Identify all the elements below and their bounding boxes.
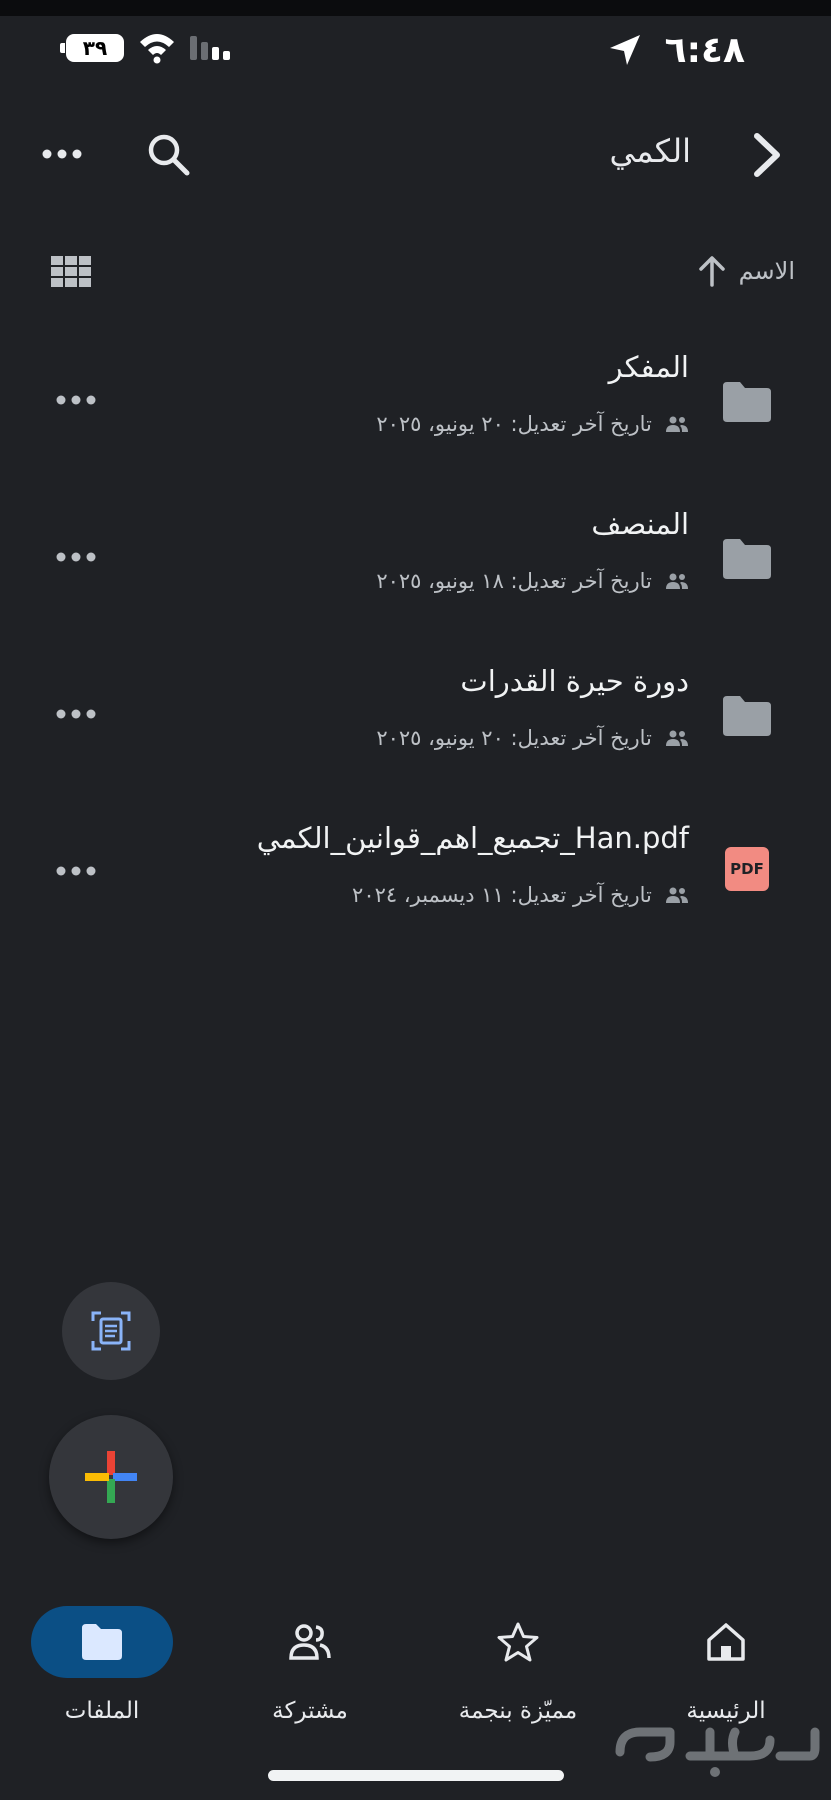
home-indicator[interactable] (268, 1770, 564, 1781)
star-icon (497, 1622, 539, 1662)
sort-bar: الاسم (0, 245, 831, 295)
location-arrow-icon (610, 35, 640, 65)
grid-view-icon[interactable] (50, 255, 92, 289)
sort-label[interactable]: الاسم (739, 257, 795, 285)
modified-date: تاريخ آخر تعديل: ٢٠ يونيو، ٢٠٢٥ (376, 412, 652, 436)
document-scan-icon (91, 1311, 131, 1351)
file-name: المفكر (608, 350, 689, 384)
file-meta: تاريخ آخر تعديل: ١٨ يونيو، ٢٠٢٥ (376, 569, 689, 599)
list-item[interactable]: المفكر تاريخ آخر تعديل: ٢٠ يونيو، ٢٠٢٥ (0, 350, 831, 507)
more-horizontal-icon[interactable] (56, 394, 96, 406)
top-strip (0, 0, 831, 16)
file-meta: تاريخ آخر تعديل: ٢٠ يونيو، ٢٠٢٥ (376, 412, 689, 442)
scan-document-button[interactable] (62, 1282, 160, 1380)
file-name: المنصف (591, 507, 689, 541)
folder-icon (82, 1624, 122, 1660)
file-list: المفكر تاريخ آخر تعديل: ٢٠ يونيو، ٢٠٢٥ ا… (0, 350, 831, 978)
wifi-icon (140, 34, 174, 64)
home-icon (707, 1623, 745, 1661)
folder-icon (723, 539, 771, 579)
more-horizontal-icon[interactable] (56, 865, 96, 877)
more-horizontal-icon[interactable] (42, 148, 82, 160)
page-title: الكمي (609, 132, 691, 170)
folder-icon (723, 696, 771, 736)
nav-files[interactable]: الملفات (18, 1606, 198, 1726)
chevron-right-icon[interactable] (747, 130, 787, 180)
haraj-watermark-logo (615, 1727, 820, 1777)
nav-home[interactable]: الرئيسية (642, 1606, 822, 1726)
battery-indicator: ٣٩ (66, 34, 124, 62)
list-item[interactable]: دورة حيرة القدرات تاريخ آخر تعديل: ٢٠ يو… (0, 664, 831, 821)
nav-shared[interactable]: مشتركة (226, 1606, 406, 1726)
search-icon[interactable] (144, 130, 192, 178)
arrow-up-icon[interactable] (697, 255, 727, 287)
file-meta: تاريخ آخر تعديل: ١١ ديسمبر، ٢٠٢٤ (352, 883, 689, 913)
battery-nub (60, 43, 65, 53)
list-item[interactable]: المنصف تاريخ آخر تعديل: ١٨ يونيو، ٢٠٢٥ (0, 507, 831, 664)
nav-label: مشتركة (272, 1698, 348, 1724)
list-item[interactable]: PDF تجميع_اهم_قوانين_الكمي_Han.pdf تاريخ… (0, 821, 831, 978)
more-horizontal-icon[interactable] (56, 708, 96, 720)
shared-people-icon (666, 573, 688, 589)
shared-people-icon (666, 416, 688, 432)
file-meta: تاريخ آخر تعديل: ٢٠ يونيو، ٢٠٢٥ (376, 726, 689, 756)
nav-starred[interactable]: مميّزة بنجمة (434, 1606, 614, 1726)
new-item-button[interactable] (49, 1415, 173, 1539)
pdf-file-icon: PDF (725, 847, 769, 891)
people-icon (289, 1624, 331, 1660)
modified-date: تاريخ آخر تعديل: ١١ ديسمبر، ٢٠٢٤ (352, 883, 652, 907)
plus-icon (85, 1451, 137, 1503)
file-name: دورة حيرة القدرات (460, 664, 689, 698)
file-name: تجميع_اهم_قوانين_الكمي_Han.pdf (256, 821, 689, 855)
drive-folder-screen: ٣٩ ٦:٤٨ الكمي الاسم المفكر تاريخ آخر تعد… (0, 0, 831, 1800)
modified-date: تاريخ آخر تعديل: ٢٠ يونيو، ٢٠٢٥ (376, 726, 652, 750)
modified-date: تاريخ آخر تعديل: ١٨ يونيو، ٢٠٢٥ (376, 569, 652, 593)
more-horizontal-icon[interactable] (56, 551, 96, 563)
folder-icon (723, 382, 771, 422)
shared-people-icon (666, 730, 688, 746)
nav-label: مميّزة بنجمة (458, 1698, 578, 1724)
shared-people-icon (666, 887, 688, 903)
status-bar: ٣٩ ٦:٤٨ (0, 20, 831, 80)
nav-label: الملفات (64, 1698, 140, 1724)
signal-icon (190, 36, 230, 60)
app-header: الكمي (0, 110, 831, 200)
clock: ٦:٤٨ (664, 30, 745, 71)
